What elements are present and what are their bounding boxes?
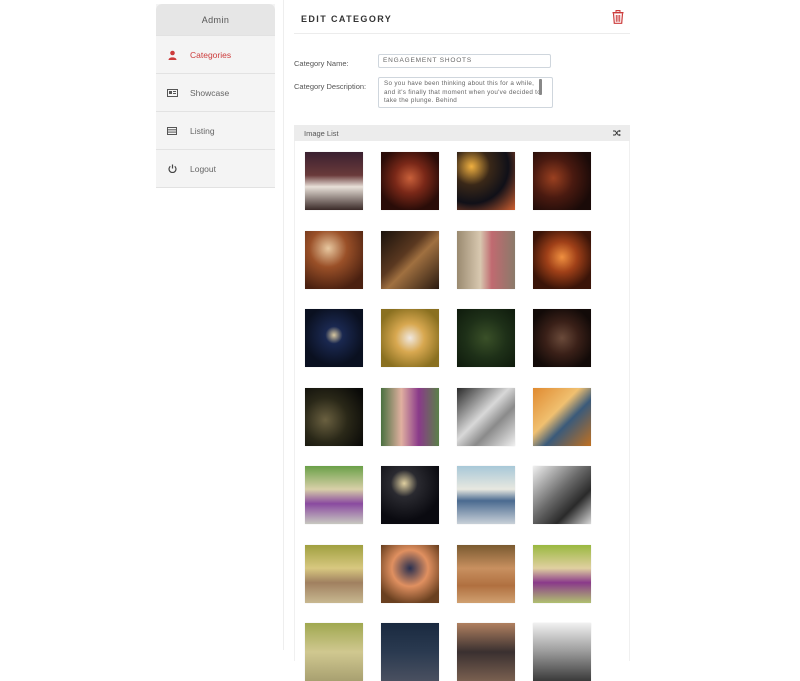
shuffle-icon[interactable] bbox=[613, 129, 621, 137]
image-thumbnail[interactable] bbox=[305, 152, 363, 210]
sidebar-item-categories[interactable]: Categories bbox=[156, 35, 275, 73]
image-thumbnail[interactable] bbox=[381, 152, 439, 210]
image-thumbnail[interactable] bbox=[457, 230, 515, 289]
sidebar-item-logout[interactable]: Logout bbox=[156, 149, 275, 188]
sidebar-item-label: Logout bbox=[190, 163, 216, 174]
image-thumbnail[interactable] bbox=[457, 152, 515, 210]
id-card-icon bbox=[166, 87, 178, 99]
sidebar: Admin Categories Showcase Listing Logout bbox=[156, 4, 275, 188]
image-thumbnail[interactable] bbox=[457, 623, 515, 681]
image-thumbnail[interactable] bbox=[457, 309, 515, 367]
image-thumbnail[interactable] bbox=[305, 466, 363, 524]
sidebar-header: Admin bbox=[156, 4, 275, 35]
image-thumbnail[interactable] bbox=[305, 387, 363, 446]
image-thumbnail[interactable] bbox=[305, 623, 363, 681]
image-thumbnail[interactable] bbox=[457, 466, 515, 524]
user-icon bbox=[166, 49, 178, 61]
category-description-label: Category Description: bbox=[294, 82, 367, 91]
power-icon bbox=[166, 163, 178, 175]
image-thumbnail[interactable] bbox=[457, 387, 515, 446]
content-divider bbox=[283, 0, 284, 650]
image-grid bbox=[294, 141, 630, 681]
sidebar-item-label: Showcase bbox=[190, 87, 230, 98]
page-title: EDIT CATEGORY bbox=[301, 14, 393, 24]
description-scrollbar[interactable] bbox=[539, 79, 542, 95]
category-name-label: Category Name: bbox=[294, 59, 349, 68]
image-list-title: Image List bbox=[304, 128, 339, 138]
image-thumbnail[interactable] bbox=[381, 309, 439, 367]
sidebar-item-listing[interactable]: Listing bbox=[156, 111, 275, 149]
title-divider bbox=[294, 33, 630, 34]
trash-icon bbox=[612, 10, 624, 24]
image-thumbnail[interactable] bbox=[533, 309, 591, 367]
image-thumbnail[interactable] bbox=[381, 230, 439, 289]
image-thumbnail[interactable] bbox=[533, 152, 591, 210]
image-thumbnail[interactable] bbox=[381, 387, 439, 446]
image-thumbnail[interactable] bbox=[305, 309, 363, 367]
list-icon bbox=[166, 125, 178, 137]
image-thumbnail[interactable] bbox=[381, 623, 439, 681]
image-thumbnail[interactable] bbox=[381, 466, 439, 524]
sidebar-item-label: Categories bbox=[190, 49, 232, 60]
sidebar-item-showcase[interactable]: Showcase bbox=[156, 73, 275, 111]
image-list-header: Image List bbox=[294, 125, 630, 141]
image-thumbnail[interactable] bbox=[533, 387, 591, 446]
delete-category-button[interactable] bbox=[612, 10, 624, 24]
image-thumbnail[interactable] bbox=[381, 544, 439, 603]
image-thumbnail[interactable] bbox=[533, 544, 591, 603]
image-thumbnail[interactable] bbox=[533, 466, 591, 524]
image-thumbnail[interactable] bbox=[305, 230, 363, 289]
image-thumbnail[interactable] bbox=[533, 230, 591, 289]
image-thumbnail[interactable] bbox=[533, 623, 591, 681]
category-description-textarea[interactable]: So you have been thinking about this for… bbox=[378, 77, 553, 108]
image-thumbnail[interactable] bbox=[305, 544, 363, 603]
category-name-input[interactable] bbox=[378, 54, 551, 68]
image-thumbnail[interactable] bbox=[457, 544, 515, 603]
sidebar-item-label: Listing bbox=[190, 125, 215, 136]
